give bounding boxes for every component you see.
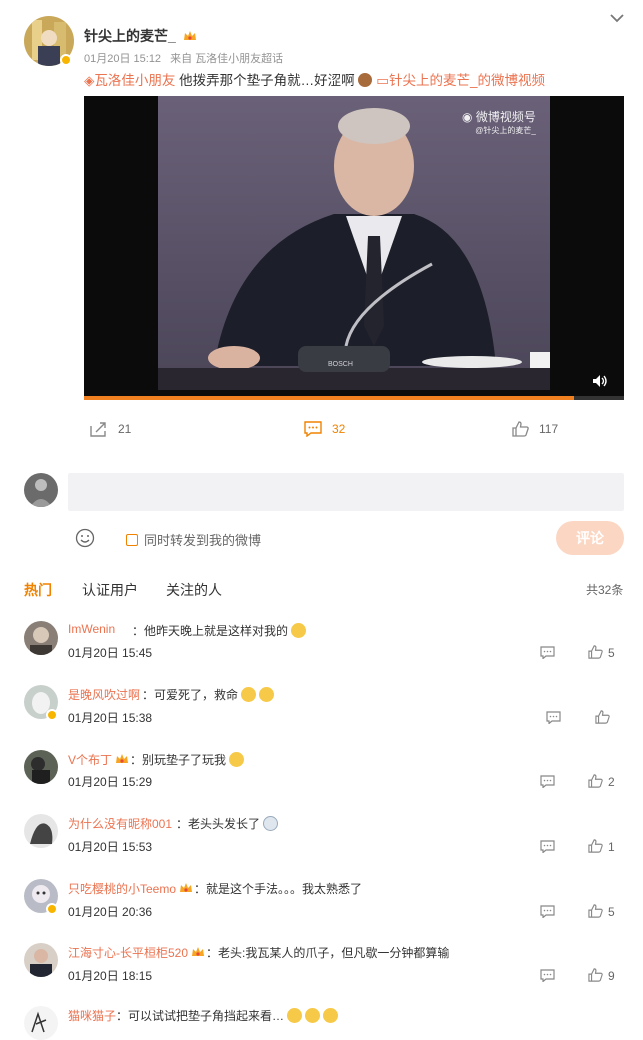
emoji-icon[interactable]: [75, 528, 95, 548]
emoji-icon: [263, 816, 279, 831]
crown-icon: [191, 946, 205, 958]
like-button[interactable]: 117: [512, 421, 558, 437]
comment-text: ：可以试试把垫子角挡起来看…: [116, 1007, 339, 1024]
watermark: ◉ 微博视频号 @针尖上的麦芒_: [462, 110, 536, 135]
commenter-avatar[interactable]: [24, 814, 58, 848]
commenter-name[interactable]: 只吃樱桃的小Teemo: [68, 880, 193, 897]
crown-icon: [183, 30, 197, 42]
comment-text: ：可爱死了，救命: [142, 686, 275, 703]
video-link-icon: ▭: [376, 73, 389, 88]
comment-count: 32: [332, 422, 346, 436]
comment-text: ：老头头发长了: [176, 815, 279, 832]
commenter-avatar[interactable]: [24, 1006, 58, 1040]
tab-verified[interactable]: 认证用户: [82, 580, 138, 600]
commenter-name[interactable]: V个布丁: [68, 751, 129, 768]
tab-following[interactable]: 关注的人: [166, 580, 222, 600]
commenter-avatar[interactable]: [24, 750, 58, 784]
like-icon[interactable]: [588, 774, 603, 788]
verified-badge-icon: [46, 903, 58, 915]
comment-text: ：他昨天晚上就是这样对我的: [132, 622, 307, 639]
like-icon[interactable]: [588, 904, 603, 918]
mic-brand: BOSCH: [328, 361, 353, 368]
comment-like-count: 1: [608, 840, 615, 854]
comment-time: 01月20日 15:45: [68, 646, 153, 660]
comment-like-count: 9: [608, 969, 615, 983]
comment-like-count: 5: [608, 905, 615, 919]
crying-emoji-icon: [259, 687, 275, 702]
volume-icon[interactable]: [592, 374, 608, 388]
comment-icon: [304, 421, 322, 437]
commenter-avatar[interactable]: [24, 621, 58, 655]
author-name[interactable]: 针尖上的麦芒_: [84, 26, 197, 46]
topic-icon: ◈: [84, 73, 95, 88]
like-icon[interactable]: [588, 968, 603, 982]
post-source[interactable]: 来自 瓦洛佳小朋友超话: [170, 53, 283, 65]
my-avatar[interactable]: [24, 473, 58, 507]
comment-time: 01月20日 20:36: [68, 905, 153, 919]
weibo-logo-icon: ◉: [462, 110, 473, 124]
comment-like-count: 5: [608, 646, 615, 660]
reply-icon[interactable]: [540, 905, 555, 918]
tab-hot[interactable]: 热门: [24, 580, 52, 600]
commenter-avatar[interactable]: [24, 943, 58, 977]
like-count: 117: [539, 422, 559, 436]
like-icon: [512, 421, 529, 437]
repost-checkbox[interactable]: 同时转发到我的微博: [126, 530, 261, 549]
like-icon[interactable]: [588, 839, 603, 853]
commenter-name[interactable]: 是晚风吹过啊: [68, 686, 140, 703]
commenter-name[interactable]: 为什么没有昵称001: [68, 815, 172, 832]
comment-time: 01月20日 15:38: [68, 711, 153, 725]
repost-icon: [90, 421, 108, 437]
like-icon[interactable]: [595, 710, 610, 724]
checkbox-icon: [126, 533, 138, 546]
comment-total: 共32条: [586, 583, 624, 597]
chevron-down-icon[interactable]: [609, 13, 625, 23]
repost-button[interactable]: 21: [90, 421, 131, 437]
comment-like-count: 2: [608, 775, 615, 789]
topic-link[interactable]: ◈瓦洛佳小朋友: [84, 73, 175, 88]
comment-input[interactable]: [68, 473, 624, 511]
comment-text: ：别玩垫子了玩我: [130, 751, 245, 768]
reply-icon[interactable]: [540, 646, 555, 659]
commenter-name[interactable]: 猫咪猫子: [68, 1007, 116, 1024]
verified-badge-icon: [46, 709, 58, 721]
reply-icon[interactable]: [540, 969, 555, 982]
crying-emoji-icon: [241, 687, 257, 702]
comment-text: ：就是这个手法。。。我太熟悉了: [194, 882, 363, 896]
reply-icon[interactable]: [540, 840, 555, 853]
crown-icon: [115, 753, 129, 765]
video-player[interactable]: BOSCH ◉ 微博视频号 @针尖上的麦芒_: [84, 96, 624, 400]
commenter-name[interactable]: ImWenin: [68, 622, 115, 636]
crown-icon: [179, 882, 193, 894]
like-icon[interactable]: [588, 645, 603, 659]
reply-icon[interactable]: [546, 711, 561, 724]
emoji-icon: [305, 1008, 321, 1023]
comment-toggle-button[interactable]: 32: [304, 421, 345, 437]
post-meta: 01月20日 15:12 来自 瓦洛佳小朋友超话: [84, 50, 289, 66]
heart-eyes-emoji-icon: [229, 752, 245, 767]
video-link[interactable]: ▭针尖上的麦芒_的微博视频: [376, 73, 545, 88]
comment-time: 01月20日 15:29: [68, 775, 153, 789]
post-text: ◈瓦洛佳小朋友 他拨弄那个垫子角就…好涩啊 ▭针尖上的麦芒_的微博视频: [84, 73, 545, 88]
submit-comment-button[interactable]: 评论: [556, 521, 624, 555]
heart-eyes-emoji-icon: [287, 1008, 303, 1023]
commenter-name[interactable]: 江海寸心-长平桓柜520: [68, 944, 205, 961]
emoji-icon: [291, 623, 307, 638]
monkey-emoji-icon: [358, 73, 373, 87]
post-time[interactable]: 01月20日 15:12: [84, 53, 161, 65]
comment-time: 01月20日 15:53: [68, 840, 153, 854]
reply-icon[interactable]: [540, 775, 555, 788]
emoji-icon: [323, 1008, 339, 1023]
comment-text: ：老头:我瓦某人的爪子，但凡歇一分钟都算输: [206, 946, 450, 960]
vip-badge-icon: [60, 54, 72, 66]
comment-time: 01月20日 18:15: [68, 969, 153, 983]
repost-checkbox-label: 同时转发到我的微博: [144, 533, 262, 548]
repost-count: 21: [118, 422, 132, 436]
